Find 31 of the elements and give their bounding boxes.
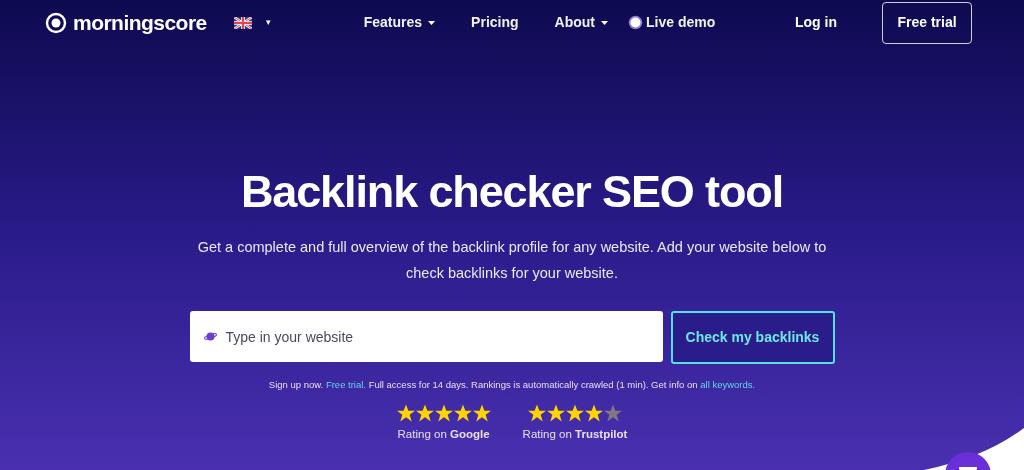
filled-star-icon [396, 404, 415, 423]
login-link[interactable]: Log in [795, 12, 837, 33]
flag-icon[interactable] [233, 16, 252, 29]
filled-star-icon [415, 404, 434, 423]
rating-label: Rating on Google [397, 427, 490, 443]
hero-title: Backlink checker SEO tool [240, 166, 784, 218]
hero-subtitle: Get a complete and full overview of the backlink profile for any website. Add your website below to check backlinks for your website. [196, 238, 828, 283]
filled-star-icon [434, 404, 453, 423]
rating-label: Rating on Trustpilot [522, 427, 628, 443]
nav-link[interactable]: Live demo [628, 12, 716, 33]
planet-icon [203, 331, 217, 342]
language-caret[interactable]: ▾ [265, 15, 271, 30]
filled-star-icon [566, 404, 584, 423]
empty-star-icon [604, 404, 622, 423]
nav-link[interactable]: Features [363, 12, 436, 33]
nav-link[interactable]: Pricing [471, 12, 519, 33]
filled-star-icon [585, 404, 603, 423]
logo-icon [45, 11, 67, 34]
filled-star-icon [528, 404, 546, 423]
website-field[interactable]: Type in your website [189, 311, 663, 362]
free-trial-button[interactable]: Free trial [882, 1, 972, 44]
live-dot-icon [628, 15, 643, 30]
note-link[interactable]: all keywords. [700, 379, 756, 390]
logo-text: morningscore [73, 9, 207, 36]
nav-link[interactable]: About [554, 12, 608, 33]
filled-star-icon [472, 404, 491, 423]
signup-note: Sign up now. Free trial. Full access for 14 days. Rankings is automatically crawled (1 min). Get info on all keywords. [268, 378, 756, 392]
filled-star-icon [453, 404, 472, 423]
note-link[interactable]: Free trial. [325, 379, 366, 390]
check-backlinks-button[interactable]: Check my backlinks [670, 311, 835, 364]
filled-star-icon [547, 404, 565, 423]
